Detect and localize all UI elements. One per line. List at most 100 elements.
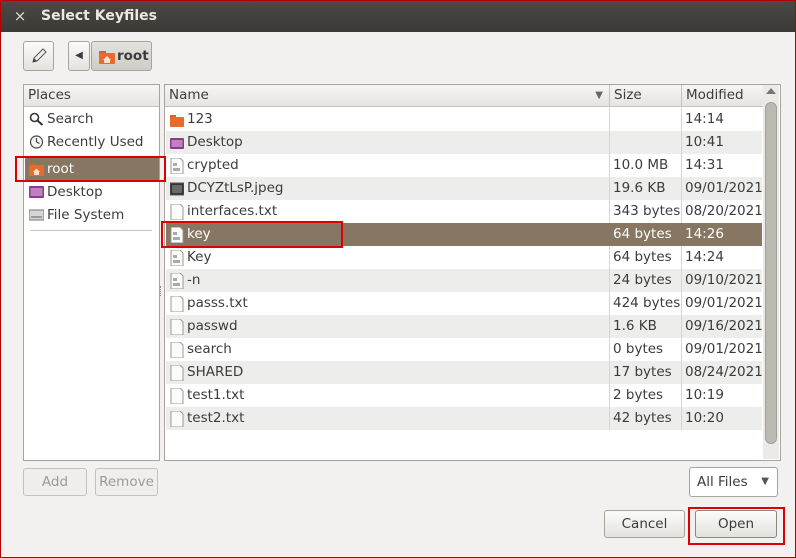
place-root[interactable]: root	[25, 158, 159, 181]
column-divider	[681, 154, 682, 177]
file-name: SHARED	[187, 364, 244, 380]
column-divider	[681, 131, 682, 154]
file-name: key	[187, 226, 211, 242]
sort-descending-icon: ▼	[595, 90, 603, 101]
places-pane: Places Search Recently Used root Desktop…	[23, 84, 160, 461]
file-row[interactable]: SHARED 17 bytes 08/24/2021	[166, 361, 763, 384]
file-row[interactable]: test2.txt 42 bytes 10:20	[166, 407, 762, 430]
file-modified: 10:19	[685, 387, 724, 403]
text-file-icon	[170, 388, 184, 404]
file-size: 42 bytes	[613, 410, 672, 426]
column-divider	[681, 177, 682, 200]
file-name: DCYZtLsP.jpeg	[187, 180, 284, 196]
column-divider	[681, 315, 682, 338]
file-size: 24 bytes	[613, 272, 672, 288]
file-modified: 09/10/2021	[685, 272, 763, 288]
file-row[interactable]: interfaces.txt 343 bytes 08/20/2021	[166, 200, 763, 223]
column-divider	[609, 361, 610, 384]
place-label: Recently Used	[47, 134, 144, 150]
window-title: Select Keyfiles	[41, 8, 157, 24]
place-recently-used[interactable]: Recently Used	[25, 131, 159, 154]
file-row[interactable]: passs.txt 424 bytes 09/01/2021	[166, 292, 763, 315]
clock-icon	[29, 135, 44, 149]
file-size: 343 bytes	[613, 203, 681, 219]
file-row[interactable]: 123 14:14	[166, 108, 762, 131]
column-divider	[609, 108, 610, 131]
text-file-icon	[170, 204, 184, 220]
column-divider	[681, 200, 682, 223]
places-header: Places	[24, 85, 159, 107]
file-row[interactable]: test1.txt 2 bytes 10:19	[166, 384, 762, 407]
column-modified-label: Modified	[686, 87, 744, 103]
remove-button[interactable]: Remove	[95, 468, 158, 496]
place-desktop[interactable]: Desktop	[25, 181, 159, 204]
column-divider	[681, 269, 682, 292]
vertical-scrollbar[interactable]	[763, 85, 779, 459]
close-button[interactable]: ×	[10, 7, 30, 26]
dialog-window: × Select Keyfiles ◀ root Places Search R…	[0, 0, 796, 558]
binary-file-icon	[170, 250, 184, 266]
open-button[interactable]: Open	[695, 510, 777, 538]
column-divider	[609, 177, 610, 200]
file-size: 10.0 MB	[613, 157, 669, 173]
cancel-button[interactable]: Cancel	[604, 510, 685, 538]
file-size: 19.6 KB	[613, 180, 666, 196]
place-search[interactable]: Search	[25, 108, 159, 131]
column-divider	[609, 246, 610, 269]
place-label: Search	[47, 111, 94, 127]
chevron-down-icon: ▼	[761, 476, 769, 487]
file-filter-select[interactable]: All Files ▼	[689, 467, 778, 497]
file-row[interactable]: Desktop 10:41	[166, 131, 762, 154]
text-file-icon	[170, 411, 184, 427]
text-file-icon	[170, 296, 184, 312]
column-divider	[609, 315, 610, 338]
column-divider	[681, 292, 682, 315]
file-row[interactable]: crypted 10.0 MB 14:31	[166, 154, 762, 177]
file-row[interactable]: search 0 bytes 09/01/2021	[166, 338, 763, 361]
column-size-header[interactable]: Size	[610, 85, 682, 107]
pencil-icon	[31, 48, 47, 63]
file-row[interactable]: Key 64 bytes 14:24	[166, 246, 762, 269]
file-name: Key	[187, 249, 212, 265]
binary-file-icon	[170, 273, 184, 289]
file-modified: 10:41	[685, 134, 724, 150]
column-name-header[interactable]: Name ▼	[165, 85, 610, 107]
scrollbar-thumb[interactable]	[765, 102, 777, 444]
desktop-icon	[29, 186, 44, 198]
column-divider	[609, 154, 610, 177]
file-row[interactable]: passwd 1.6 KB 09/16/2021	[166, 315, 763, 338]
file-row[interactable]: DCYZtLsP.jpeg 19.6 KB 09/01/2021	[166, 177, 763, 200]
file-name: test2.txt	[187, 410, 245, 426]
column-divider	[609, 131, 610, 154]
path-back-button[interactable]: ◀	[68, 41, 90, 71]
edit-location-button[interactable]	[23, 41, 54, 71]
text-file-icon	[170, 342, 184, 358]
folder-icon	[170, 115, 184, 127]
path-root-button[interactable]: root	[91, 41, 152, 71]
file-size: 2 bytes	[613, 387, 664, 403]
place-file-system[interactable]: File System	[25, 204, 159, 227]
column-size-label: Size	[614, 87, 642, 103]
column-divider	[609, 407, 610, 430]
titlebar: × Select Keyfiles	[1, 1, 795, 32]
file-name: 123	[187, 111, 213, 127]
add-button[interactable]: Add	[23, 468, 87, 496]
file-size: 0 bytes	[613, 341, 664, 357]
binary-file-icon	[170, 158, 184, 174]
file-name: -n	[187, 272, 201, 288]
column-divider	[609, 338, 610, 361]
scroll-up-icon[interactable]	[766, 88, 776, 94]
file-list-pane: Name ▼ Size Modified 123 14:14 Desktop 1…	[164, 84, 781, 461]
binary-file-icon	[170, 227, 184, 243]
column-divider	[681, 384, 682, 407]
file-row[interactable]: -n 24 bytes 09/10/2021	[166, 269, 763, 292]
file-modified: 08/20/2021	[685, 203, 763, 219]
home-folder-icon	[99, 51, 115, 64]
file-modified: 09/16/2021	[685, 318, 763, 334]
file-modified: 14:24	[685, 249, 724, 265]
column-modified-header[interactable]: Modified	[682, 85, 764, 107]
file-row-selected[interactable]: key 64 bytes 14:26	[166, 223, 762, 246]
column-divider	[681, 407, 682, 430]
file-size	[613, 131, 683, 154]
file-name: test1.txt	[187, 387, 245, 403]
